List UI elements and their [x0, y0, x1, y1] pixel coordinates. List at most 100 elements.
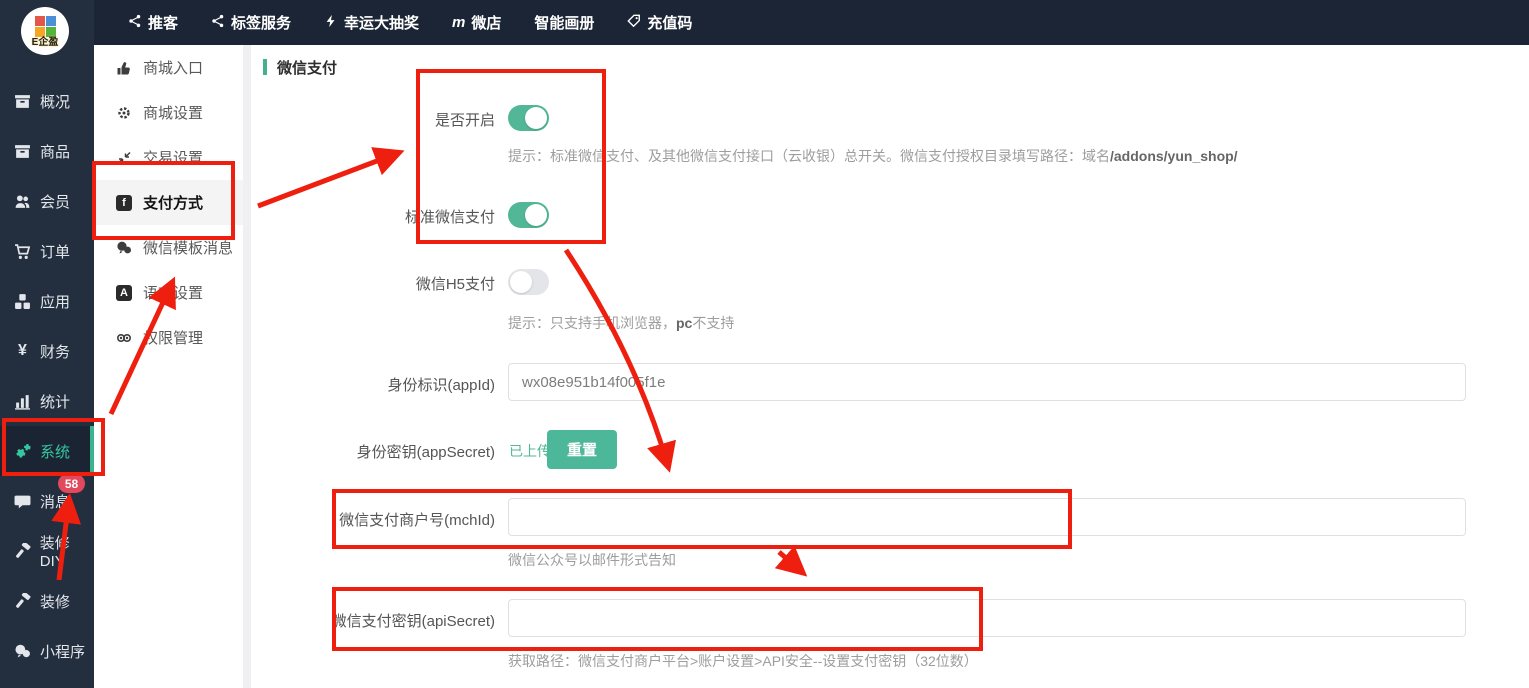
finance-yen-icon: ¥ — [13, 342, 32, 360]
topnav-label: 标签服务 — [231, 12, 291, 33]
submenu-label: 语言设置 — [143, 282, 203, 303]
standard-wechat-pay-label: 标准微信支付 — [240, 206, 495, 227]
mchid-label: 微信支付商户号(mchId) — [240, 509, 495, 530]
language-icon: A — [115, 285, 133, 301]
sidebar-label: 商品 — [40, 141, 70, 162]
toggle-knob — [510, 271, 532, 293]
sidebar-label: 装修 — [40, 591, 70, 612]
sidebar-label: 系统 — [40, 441, 70, 462]
sidebar-item-miniprogram[interactable]: 小程序 — [0, 626, 94, 676]
submenu-item-permission-management[interactable]: 权限管理 — [94, 315, 243, 360]
wechat-bubbles-icon — [115, 240, 133, 256]
appid-label: 身份标识(appId) — [240, 374, 495, 395]
submenu-label: 商城设置 — [143, 102, 203, 123]
sidebar-label: 装修DIY — [40, 532, 94, 570]
section-accent-bar — [263, 59, 267, 75]
sidebar-item-finance[interactable]: ¥ 财务 — [0, 326, 94, 376]
top-navbar: 推客 标签服务 幸运大抽奖 m 微店 智能画册 充值码 — [0, 0, 1529, 45]
toggle-knob — [525, 107, 547, 129]
submenu-label: 商城入口 — [143, 57, 203, 78]
miniprogram-wechat-icon — [13, 643, 32, 660]
sidebar-label: 应用 — [40, 291, 70, 312]
share-icon — [128, 14, 142, 32]
submenu-label: 微信模板消息 — [143, 237, 233, 258]
permission-icon — [115, 330, 133, 346]
thumb-icon — [115, 60, 133, 76]
h5-pay-hint: 提示：只支持手机浏览器，pc不支持 — [508, 313, 734, 333]
appsecret-reset-button[interactable]: 重置 — [547, 430, 617, 469]
h5-pay-toggle[interactable] — [508, 269, 549, 295]
logo-text: E企盈 — [32, 37, 59, 48]
sidebar-item-overview[interactable]: 概况 — [0, 76, 94, 126]
share-icon — [211, 14, 225, 32]
orders-cart-icon — [13, 243, 32, 260]
topnav-item-smart-album[interactable]: 智能画册 — [534, 12, 594, 33]
trade-arrows-icon — [115, 150, 133, 166]
overview-box-icon — [13, 93, 32, 110]
sidebar-item-diy[interactable]: 装修DIY — [0, 526, 94, 576]
sidebar-item-system[interactable]: 系统 — [0, 426, 94, 476]
mchid-input[interactable] — [508, 498, 1466, 536]
topnav-label: 推客 — [148, 12, 178, 33]
brand-logo[interactable]: E企盈 — [21, 7, 69, 55]
appid-input[interactable] — [508, 363, 1466, 401]
apps-cubes-icon — [13, 293, 32, 310]
standard-wechat-pay-toggle[interactable] — [508, 202, 549, 228]
system-gears-icon — [13, 443, 32, 460]
enable-toggle-label: 是否开启 — [240, 109, 495, 130]
appsecret-label: 身份密钥(appSecret) — [240, 441, 495, 462]
ticket-icon — [627, 14, 641, 32]
topnav-item-tuike[interactable]: 推客 — [128, 12, 178, 33]
members-icon — [13, 193, 32, 210]
settings-submenu: 商城入口 商城设置 交易设置 f 支付方式 微信模板消息 A 语言设置 权限管理 — [94, 45, 243, 688]
submenu-item-wechat-template-msg[interactable]: 微信模板消息 — [94, 225, 243, 270]
sidebar-label: 小程序 — [40, 641, 85, 662]
messages-comment-icon — [13, 493, 32, 510]
master-switch-hint: 提示：标准微信支付、及其他微信支付接口（云收银）总开关。微信支付授权目录填写路径… — [508, 146, 1238, 166]
topnav-label: 智能画册 — [534, 12, 594, 33]
sidebar-item-orders[interactable]: 订单 — [0, 226, 94, 276]
sidebar-item-decorate[interactable]: 装修 — [0, 576, 94, 626]
apisecret-hint: 获取路径：微信支付商户平台>账户设置>API安全--设置支付密钥（32位数） — [508, 651, 978, 671]
sidebar-item-goods[interactable]: 商品 — [0, 126, 94, 176]
sidebar-label: 订单 — [40, 241, 70, 262]
sidebar-label: 统计 — [40, 391, 70, 412]
enable-toggle[interactable] — [508, 105, 549, 131]
submenu-item-mall-settings[interactable]: 商城设置 — [94, 90, 243, 135]
goods-box-icon — [13, 143, 32, 160]
sidebar-label: 概况 — [40, 91, 70, 112]
topnav-item-weidian[interactable]: m 微店 — [452, 12, 501, 33]
submenu-label: 交易设置 — [143, 147, 203, 168]
submenu-item-payment-methods[interactable]: f 支付方式 — [94, 180, 243, 225]
weidian-m-icon: m — [452, 14, 465, 31]
appsecret-uploaded-status: 已上传 — [509, 441, 551, 461]
topnav-item-lucky-draw[interactable]: 幸运大抽奖 — [324, 12, 419, 33]
sidebar-item-stats[interactable]: 统计 — [0, 376, 94, 426]
submenu-label: 支付方式 — [143, 192, 203, 213]
main-sidebar: 概况 商品 会员 订单 应用 ¥ 财务 统计 系统 消息 装修DIY 装修 — [0, 0, 94, 688]
logo-grid-icon — [35, 16, 56, 37]
diy-hammer-icon — [13, 543, 32, 560]
sidebar-label: 消息 — [40, 491, 70, 512]
topnav-label: 微店 — [471, 12, 501, 33]
apisecret-label: 微信支付密钥(apiSecret) — [240, 610, 495, 631]
h5-pay-label: 微信H5支付 — [240, 273, 495, 294]
topnav-label: 充值码 — [647, 12, 692, 33]
topnav-item-tag-service[interactable]: 标签服务 — [211, 12, 291, 33]
sidebar-label: 会员 — [40, 191, 70, 212]
submenu-item-mall-entry[interactable]: 商城入口 — [94, 45, 243, 90]
submenu-item-trade-settings[interactable]: 交易设置 — [94, 135, 243, 180]
apisecret-input[interactable] — [508, 599, 1466, 637]
mchid-hint: 微信公众号以邮件形式告知 — [508, 550, 676, 570]
lightning-icon — [324, 14, 338, 32]
topnav-label: 幸运大抽奖 — [344, 12, 419, 33]
pay-f-icon: f — [115, 195, 133, 211]
annotation-arrow-to-apisecret — [779, 552, 802, 572]
submenu-label: 权限管理 — [143, 327, 203, 348]
messages-count-badge: 58 — [58, 474, 85, 493]
sidebar-item-members[interactable]: 会员 — [0, 176, 94, 226]
decorate-hammer-icon — [13, 593, 32, 610]
sidebar-item-apps[interactable]: 应用 — [0, 276, 94, 326]
submenu-item-language-settings[interactable]: A 语言设置 — [94, 270, 243, 315]
topnav-item-recharge-code[interactable]: 充值码 — [627, 12, 692, 33]
